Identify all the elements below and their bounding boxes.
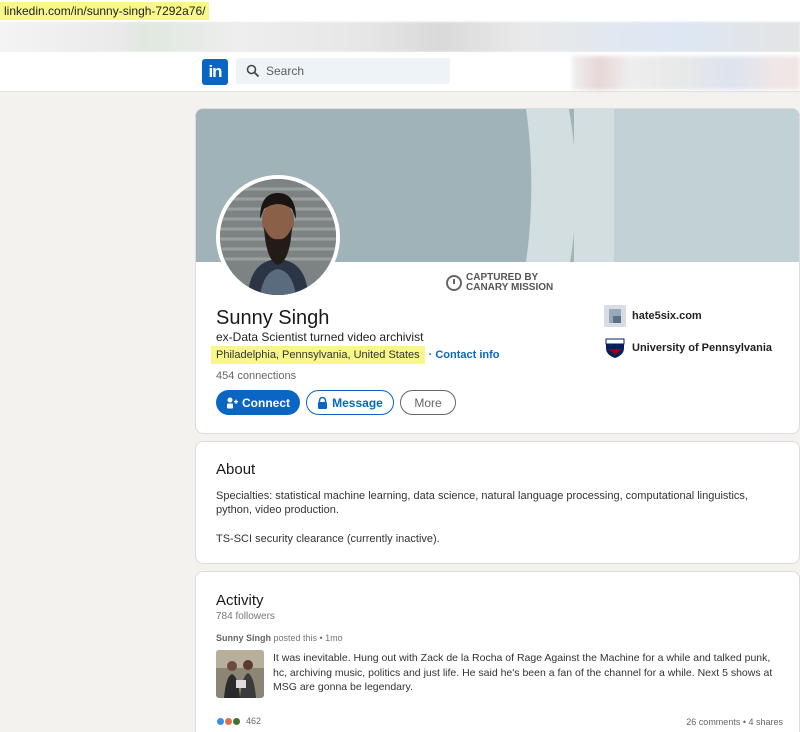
nav-icons-blurred (572, 56, 800, 90)
website-item[interactable]: hate5six.com (604, 305, 702, 327)
watermark-text: CAPTURED BY CANARY MISSION (466, 273, 553, 293)
reaction-count: 462 (246, 716, 262, 726)
upenn-shield-icon (605, 338, 625, 358)
url-text[interactable]: linkedin.com/in/sunny-singh-7292a76/ (0, 2, 210, 20)
post-text: It was inevitable. Hung out with Zack de… (273, 652, 773, 693)
browser-address-bar[interactable]: linkedin.com/in/sunny-singh-7292a76/ (0, 0, 800, 22)
comments-shares[interactable]: 26 comments • 4 shares (686, 717, 783, 727)
post-photo-icon (216, 650, 264, 698)
top-nav: in Search (0, 52, 800, 92)
profile-location: Philadelphia, Pennsylvania, United State… (211, 345, 425, 364)
search-icon (246, 64, 260, 78)
search-input[interactable]: Search (236, 58, 450, 84)
profile-name: Sunny Singh (216, 307, 330, 329)
about-text: Specialties: statistical machine learnin… (216, 490, 748, 516)
profile-headline: ex-Data Scientist turned video archivist (216, 330, 424, 344)
website-label: hate5six.com (632, 310, 702, 322)
post-meta: Sunny Singh posted this • 1mo (216, 633, 343, 643)
location-row: Philadelphia, Pennsylvania, United State… (211, 344, 500, 365)
about-clearance-text: TS-SCI security clearance (currently ina… (216, 533, 440, 545)
search-placeholder: Search (266, 64, 305, 78)
reactions[interactable]: 462 (216, 716, 261, 726)
connections-count[interactable]: 454 connections (216, 370, 296, 382)
education-item[interactable]: University of Pennsylvania (604, 337, 772, 359)
more-label: More (414, 395, 442, 410)
about-card: About Specialties: statistical machine l… (195, 441, 800, 564)
browser-toolbar (0, 22, 800, 52)
activity-card: Activity 784 followers Sunny Singh poste… (195, 571, 800, 732)
about-title: About (216, 461, 256, 478)
profile-card: CAPTURED BY CANARY MISSION Sunny Singh e… (195, 108, 800, 434)
celebrate-icon (232, 716, 241, 726)
banner-shape-strip (574, 109, 614, 262)
add-person-icon (227, 397, 238, 408)
connect-button[interactable]: Connect (216, 390, 300, 415)
banner-shape-right (614, 109, 799, 262)
linkedin-logo-icon[interactable]: in (202, 59, 228, 85)
watermark-line2: CANARY MISSION (466, 282, 554, 293)
post-time: posted this • 1mo (271, 633, 343, 643)
message-button[interactable]: Message (306, 390, 394, 415)
lock-icon (318, 396, 328, 409)
watermark: CAPTURED BY CANARY MISSION (446, 273, 553, 293)
message-label: Message (332, 395, 383, 410)
followers-count: 784 followers (216, 611, 275, 622)
profile-photo[interactable] (216, 175, 340, 299)
post-thumbnail[interactable] (216, 650, 264, 698)
clock-icon (446, 275, 462, 291)
activity-title: Activity (216, 592, 264, 609)
person-photo-icon (220, 179, 336, 295)
connect-label: Connect (242, 395, 290, 410)
post-author[interactable]: Sunny Singh (216, 633, 271, 643)
more-button[interactable]: More (400, 390, 456, 415)
contact-info-link[interactable]: · Contact info (429, 349, 500, 361)
website-icon (604, 305, 626, 327)
education-label: University of Pennsylvania (632, 342, 772, 354)
